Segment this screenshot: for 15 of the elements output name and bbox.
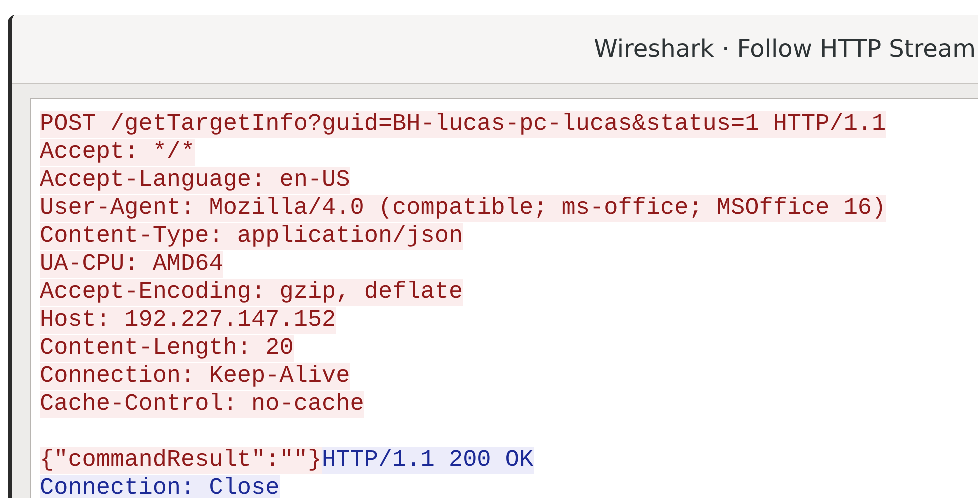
- client-text: Content-Type: application/json: [40, 223, 464, 250]
- client-text: Cache-Control: no-cache: [40, 391, 364, 418]
- server-text: HTTP/1.1 200 OK: [322, 447, 534, 474]
- client-text: Accept: */*: [40, 139, 196, 166]
- client-text: POST /getTargetInfo?guid=BH-lucas-pc-lucas&status=1 HTTP/1.1: [40, 111, 886, 138]
- client-text: Content-Length: 20: [40, 335, 294, 362]
- client-text: {"commandResult":""}: [40, 447, 322, 474]
- server-text: Connection: Close: [40, 475, 280, 498]
- client-text: Connection: Keep-Alive: [40, 363, 350, 390]
- client-text: Accept-Encoding: gzip, deflate: [40, 279, 464, 306]
- client-text: Accept-Language: en-US: [40, 167, 350, 194]
- window-title: Wireshark · Follow HTTP Stream: [594, 35, 976, 63]
- client-text: Host: 192.227.147.152: [40, 307, 336, 334]
- client-text: User-Agent: Mozilla/4.0 (compatible; ms-office; MSOffice 16): [40, 195, 886, 222]
- client-text: UA-CPU: AMD64: [40, 251, 224, 278]
